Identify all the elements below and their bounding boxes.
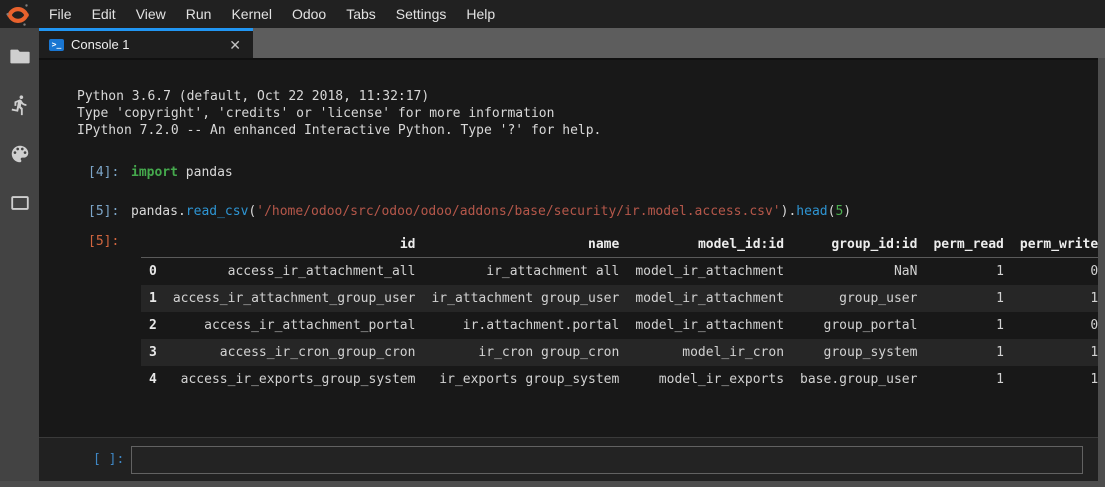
table-cell: 1 — [1012, 339, 1098, 366]
table-cell: NaN — [792, 258, 925, 286]
table-cell: model_ir_attachment — [627, 258, 792, 286]
tab-label: Console 1 — [71, 37, 227, 52]
table-row: 4access_ir_exports_group_systemir_export… — [141, 366, 1098, 393]
table-cell: ir_exports group_system — [423, 366, 627, 393]
table-cell: ir_cron group_cron — [423, 339, 627, 366]
vertical-scrollbar-track[interactable] — [1098, 58, 1105, 481]
table-cell: group_user — [792, 285, 925, 312]
menu-settings[interactable]: Settings — [386, 0, 457, 28]
menu-run[interactable]: Run — [176, 0, 222, 28]
menu-view[interactable]: View — [126, 0, 176, 28]
code-token-function: read_csv — [186, 204, 249, 219]
activity-sidebar — [0, 28, 39, 481]
table-cell: ir_attachment group_user — [423, 285, 627, 312]
table-header-cell — [141, 233, 165, 258]
row-index-cell: 4 — [141, 366, 165, 393]
table-header-cell: name — [423, 233, 627, 258]
row-index-cell: 1 — [141, 285, 165, 312]
table-cell: group_system — [792, 339, 925, 366]
code-line: pandas.read_csv('/home/odoo/src/odoo/odo… — [131, 203, 851, 220]
table-cell: 0 — [1012, 312, 1098, 339]
table-cell: model_ir_attachment — [627, 285, 792, 312]
code-cell-4: [4]: import pandas — [39, 164, 1098, 181]
row-index-cell: 3 — [141, 339, 165, 366]
table-header-cell: model_id:id — [627, 233, 792, 258]
code-cell-5: [5]: pandas.read_csv('/home/odoo/src/odo… — [39, 203, 1098, 220]
table-cell: 1 — [925, 339, 1011, 366]
console-spacer — [39, 393, 1098, 437]
code-token-plain: pandas — [178, 165, 233, 180]
table-cell: access_ir_attachment_group_user — [165, 285, 424, 312]
table-cell: group_portal — [792, 312, 925, 339]
console-icon: >_ — [49, 39, 64, 51]
tab-bar: >_ Console 1 ✕ — [39, 28, 1105, 58]
code-token-function: head — [796, 204, 827, 219]
table-cell: access_ir_attachment_all — [165, 258, 424, 286]
table-header-cell: group_id:id — [792, 233, 925, 258]
code-token-string: '/home/odoo/src/odoo/odoo/addons/base/se… — [256, 204, 780, 219]
command-palette-icon[interactable] — [9, 143, 31, 165]
console-input-cell: [ ]: — [39, 437, 1098, 481]
menu-kernel[interactable]: Kernel — [221, 0, 281, 28]
menu-bar: FileEditViewRunKernelOdooTabsSettingsHel… — [0, 0, 1105, 28]
input-prompt: [4]: — [39, 164, 131, 181]
open-tabs-icon[interactable] — [9, 192, 31, 214]
table-header-cell: id — [165, 233, 424, 258]
console-panel: Python 3.6.7 (default, Oct 22 2018, 11:3… — [39, 58, 1098, 481]
code-token-keyword: import — [131, 165, 178, 180]
table-cell: access_ir_cron_group_cron — [165, 339, 424, 366]
row-index-cell: 2 — [141, 312, 165, 339]
output-prompt: [5]: — [39, 233, 131, 250]
input-prompt: [5]: — [39, 203, 131, 220]
dataframe-table: idnamemodel_id:idgroup_id:idperm_readper… — [141, 233, 1098, 393]
file-browser-icon[interactable] — [9, 45, 31, 67]
banner-line: Python 3.6.7 (default, Oct 22 2018, 11:3… — [77, 88, 1098, 105]
banner-line: Type 'copyright', 'credits' or 'license'… — [77, 105, 1098, 122]
menu-file[interactable]: File — [39, 0, 82, 28]
empty-input-prompt: [ ]: — [39, 451, 131, 468]
table-cell: model_ir_attachment — [627, 312, 792, 339]
table-row: 3access_ir_cron_group_cronir_cron group_… — [141, 339, 1098, 366]
table-cell: base.group_user — [792, 366, 925, 393]
close-icon[interactable]: ✕ — [227, 38, 243, 52]
table-cell: 1 — [925, 285, 1011, 312]
menu-odoo[interactable]: Odoo — [282, 0, 336, 28]
table-row: 2access_ir_attachment_portalir.attachmen… — [141, 312, 1098, 339]
table-header-cell: perm_write — [1012, 233, 1098, 258]
code-line: import pandas — [131, 164, 233, 181]
table-header-cell: perm_read — [925, 233, 1011, 258]
table-cell: access_ir_attachment_portal — [165, 312, 424, 339]
menu-items: FileEditViewRunKernelOdooTabsSettingsHel… — [39, 0, 505, 28]
table-cell: ir_attachment all — [423, 258, 627, 286]
table-cell: access_ir_exports_group_system — [165, 366, 424, 393]
menu-edit[interactable]: Edit — [82, 0, 126, 28]
output-cell-5: [5]: idnamemodel_id:idgroup_id:idperm_re… — [39, 233, 1098, 393]
menu-tabs[interactable]: Tabs — [336, 0, 386, 28]
code-token-plain: ). — [781, 204, 797, 219]
table-row: 1access_ir_attachment_group_userir_attac… — [141, 285, 1098, 312]
table-cell: ir.attachment.portal — [423, 312, 627, 339]
horizontal-scrollbar-track[interactable] — [0, 481, 1105, 487]
table-cell: 1 — [1012, 366, 1098, 393]
row-index-cell: 0 — [141, 258, 165, 286]
table-cell: 1 — [1012, 285, 1098, 312]
table-cell: 1 — [925, 258, 1011, 286]
table-row: 0access_ir_attachment_allir_attachment a… — [141, 258, 1098, 286]
dataframe-output: idnamemodel_id:idgroup_id:idperm_readper… — [141, 233, 1098, 393]
table-cell: 1 — [925, 366, 1011, 393]
menu-help[interactable]: Help — [456, 0, 505, 28]
odoo-spinner-logo — [5, 2, 31, 28]
ipython-banner: Python 3.6.7 (default, Oct 22 2018, 11:3… — [77, 88, 1098, 139]
console-input[interactable] — [131, 446, 1083, 474]
table-cell: model_ir_cron — [627, 339, 792, 366]
jupyterlab-window: FileEditViewRunKernelOdooTabsSettingsHel… — [0, 0, 1105, 487]
running-sessions-icon[interactable] — [9, 94, 31, 116]
table-cell: model_ir_exports — [627, 366, 792, 393]
banner-line: IPython 7.2.0 -- An enhanced Interactive… — [77, 122, 1098, 139]
table-cell: 0 — [1012, 258, 1098, 286]
tab-console-1[interactable]: >_ Console 1 ✕ — [39, 28, 253, 58]
code-token-plain: pandas. — [131, 204, 186, 219]
table-cell: 1 — [925, 312, 1011, 339]
code-token-plain: ) — [843, 204, 851, 219]
